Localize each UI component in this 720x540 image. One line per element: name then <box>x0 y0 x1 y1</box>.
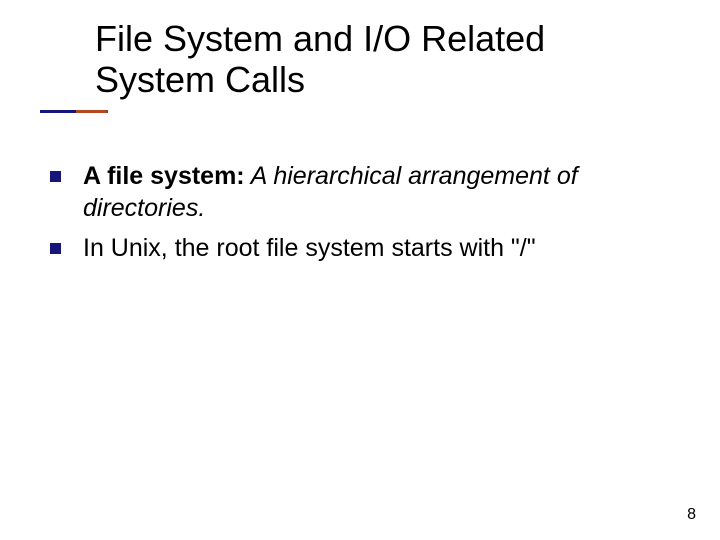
square-bullet-icon <box>50 243 61 254</box>
bullet-bold: A file system: <box>83 162 245 190</box>
list-item: In Unix, the root file system starts wit… <box>50 232 680 264</box>
slide-title: File System and I/O Related System Calls <box>95 18 675 101</box>
list-item: A file system: A hierarchical arrangemen… <box>50 160 680 224</box>
slide: File System and I/O Related System Calls… <box>0 0 720 540</box>
bullet-text: A file system: A hierarchical arrangemen… <box>83 160 680 224</box>
bullet-text: In Unix, the root file system starts wit… <box>83 232 680 264</box>
title-block: File System and I/O Related System Calls <box>95 18 675 101</box>
title-accent-underline <box>40 110 108 113</box>
page-number: 8 <box>687 506 696 524</box>
bullet-plain: In Unix, the root file system starts wit… <box>83 234 536 262</box>
body: A file system: A hierarchical arrangemen… <box>50 160 680 272</box>
square-bullet-icon <box>50 171 61 182</box>
